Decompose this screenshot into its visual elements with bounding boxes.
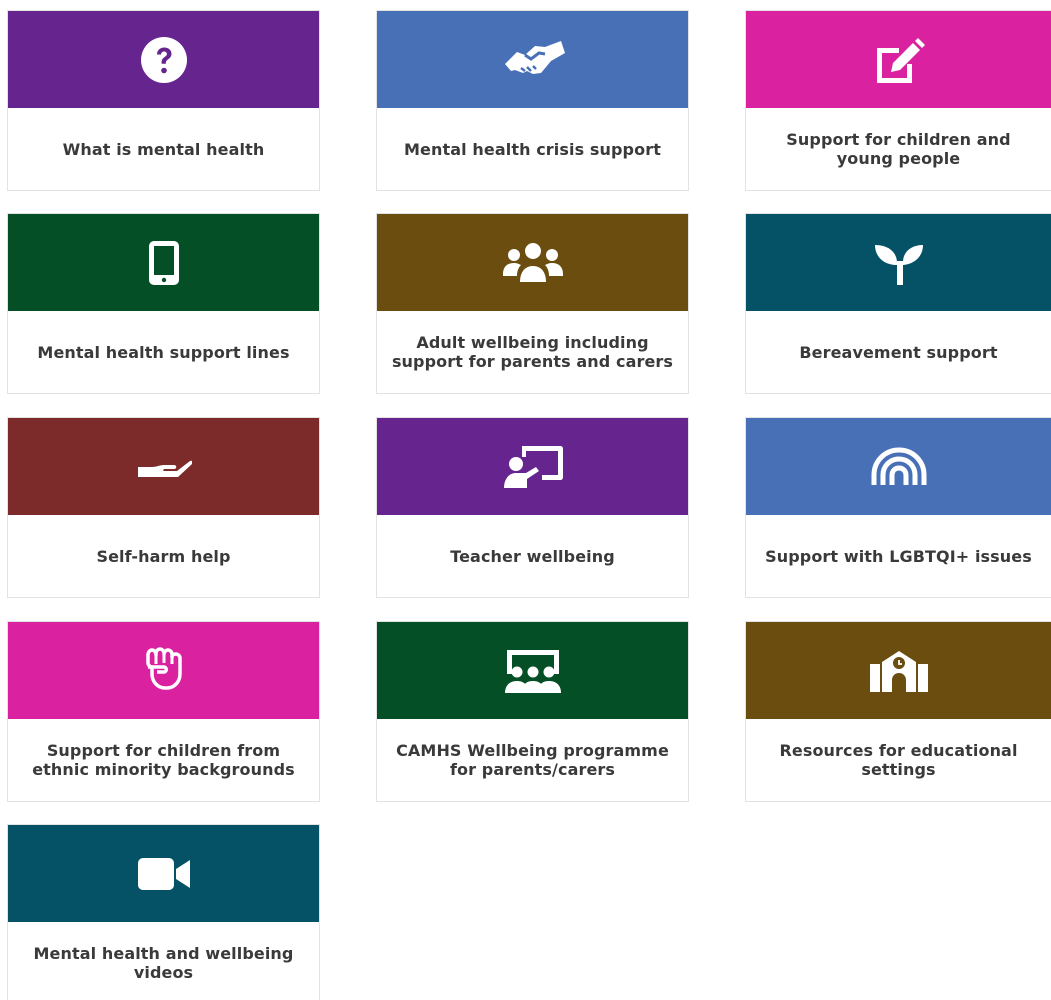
tile-what-is-mental-health[interactable]: What is mental health: [7, 10, 320, 191]
seedling-icon: [873, 241, 925, 285]
tile-color-band: [8, 825, 319, 922]
video-camera-icon: [136, 856, 192, 892]
tile-color-band: [377, 622, 688, 719]
tile-label-text: Self-harm help: [96, 546, 231, 566]
tile-label-text: Mental health support lines: [37, 342, 290, 362]
tile-label: Bereavement support: [746, 311, 1051, 393]
tile-label: Resources for educational settings: [746, 719, 1051, 801]
tile-color-band: [8, 11, 319, 108]
tile-teacher-wellbeing[interactable]: Teacher wellbeing: [376, 417, 689, 598]
tile-support-with-lgbtqi-issues[interactable]: Support with LGBTQI+ issues: [745, 417, 1051, 598]
mobile-phone-icon: [148, 240, 180, 286]
tile-label-text: Mental health and wellbeing videos: [33, 944, 294, 982]
tile-label-text: Adult wellbeing including support for pa…: [391, 333, 674, 371]
tile-label: Self-harm help: [8, 515, 319, 597]
tile-color-band: [746, 622, 1051, 719]
tile-label: Mental health support lines: [8, 311, 319, 393]
tile-label-text: Support for children from ethnic minorit…: [32, 741, 295, 779]
tile-color-band: [746, 418, 1051, 515]
tile-label: CAMHS Wellbeing programme for parents/ca…: [377, 719, 688, 801]
tile-label-text: Mental health crisis support: [404, 139, 661, 159]
tile-label: Adult wellbeing including support for pa…: [377, 311, 688, 393]
tile-label: Teacher wellbeing: [377, 515, 688, 597]
tile-label-text: CAMHS Wellbeing programme for parents/ca…: [396, 741, 669, 779]
tile-label-text: Teacher wellbeing: [450, 546, 615, 566]
tile-color-band: [746, 11, 1051, 108]
tile-color-band: [377, 418, 688, 515]
tile-support-for-children-from-ethnic-minority-backgrounds[interactable]: Support for children from ethnic minorit…: [7, 621, 320, 802]
tile-mental-health-crisis-support[interactable]: Mental health crisis support: [376, 10, 689, 191]
school-building-icon: [868, 648, 930, 694]
tile-label: Support for children and young people: [746, 108, 1051, 190]
open-hand-icon: [136, 453, 192, 481]
group-presentation-icon: [503, 648, 563, 694]
tile-color-band: [746, 214, 1051, 311]
tile-mental-health-support-lines[interactable]: Mental health support lines: [7, 213, 320, 394]
tile-label: Support with LGBTQI+ issues: [746, 515, 1051, 597]
tile-bereavement-support[interactable]: Bereavement support: [745, 213, 1051, 394]
tile-resources-for-educational-settings[interactable]: Resources for educational settings: [745, 621, 1051, 802]
tile-color-band: [8, 418, 319, 515]
tile-camhs-wellbeing-programme[interactable]: CAMHS Wellbeing programme for parents/ca…: [376, 621, 689, 802]
topic-tile-grid: What is mental health Mental health cris…: [0, 0, 1051, 1000]
tile-label-text: Support for children and young people: [786, 130, 1011, 168]
people-group-icon: [502, 242, 564, 284]
tile-label-text: Support with LGBTQI+ issues: [765, 546, 1032, 566]
question-circle-icon: [140, 36, 188, 84]
tile-color-band: [8, 622, 319, 719]
raised-fist-icon: [142, 646, 186, 695]
tile-label: Mental health crisis support: [377, 108, 688, 190]
tile-self-harm-help[interactable]: Self-harm help: [7, 417, 320, 598]
tile-label: What is mental health: [8, 108, 319, 190]
tile-color-band: [8, 214, 319, 311]
tile-support-for-children-and-young-people[interactable]: Support for children and young people: [745, 10, 1051, 191]
tile-adult-wellbeing[interactable]: Adult wellbeing including support for pa…: [376, 213, 689, 394]
teacher-board-icon: [502, 444, 564, 490]
tile-label-text: What is mental health: [62, 139, 265, 159]
tile-label: Mental health and wellbeing videos: [8, 922, 319, 1000]
edit-square-icon: [871, 36, 927, 84]
handshake-icon: [501, 38, 565, 82]
rainbow-icon: [870, 446, 928, 487]
tile-mental-health-and-wellbeing-videos[interactable]: Mental health and wellbeing videos: [7, 824, 320, 1000]
tile-color-band: [377, 214, 688, 311]
tile-label: Support for children from ethnic minorit…: [8, 719, 319, 801]
tile-label-text: Bereavement support: [799, 342, 998, 362]
tile-label-text: Resources for educational settings: [779, 741, 1018, 779]
tile-color-band: [377, 11, 688, 108]
